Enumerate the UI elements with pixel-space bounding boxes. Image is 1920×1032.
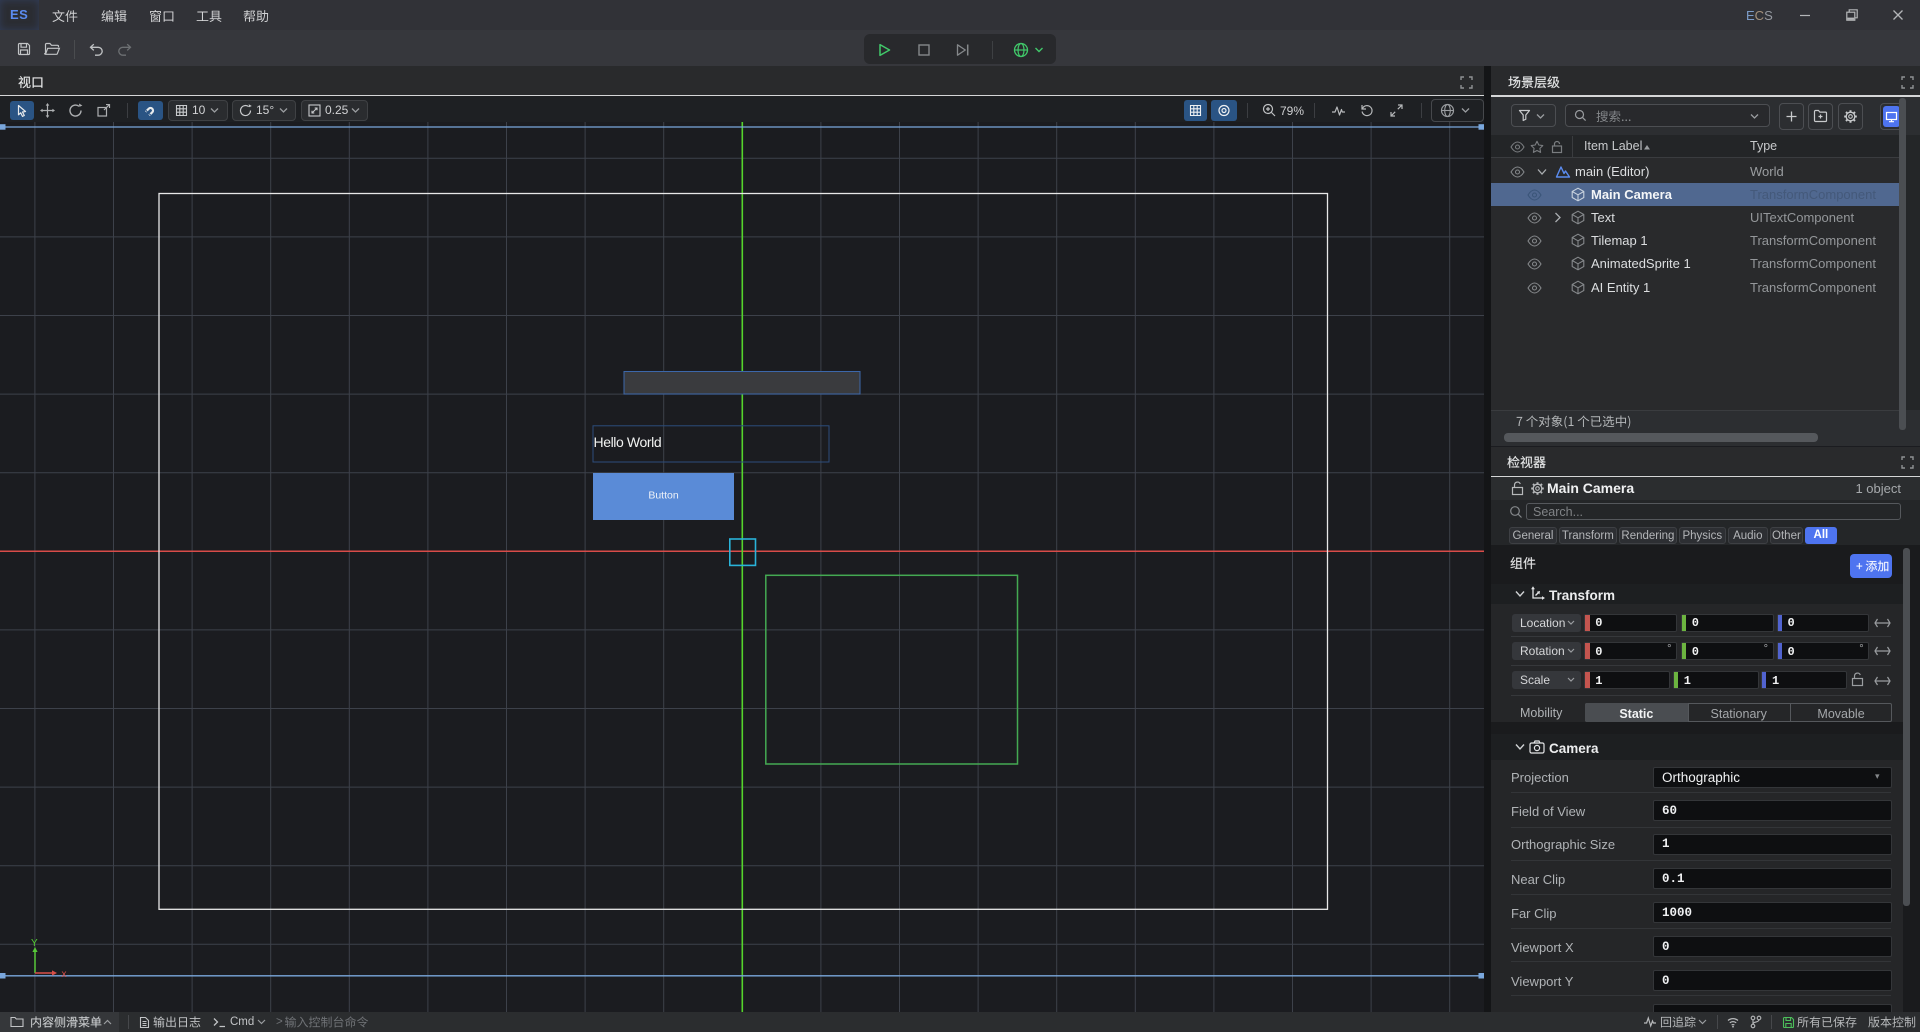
svg-text:Button: Button <box>648 490 679 502</box>
svg-text:x: x <box>62 969 67 980</box>
svg-text:Hello World: Hello World <box>594 434 662 450</box>
svg-text:Y: Y <box>31 938 38 949</box>
